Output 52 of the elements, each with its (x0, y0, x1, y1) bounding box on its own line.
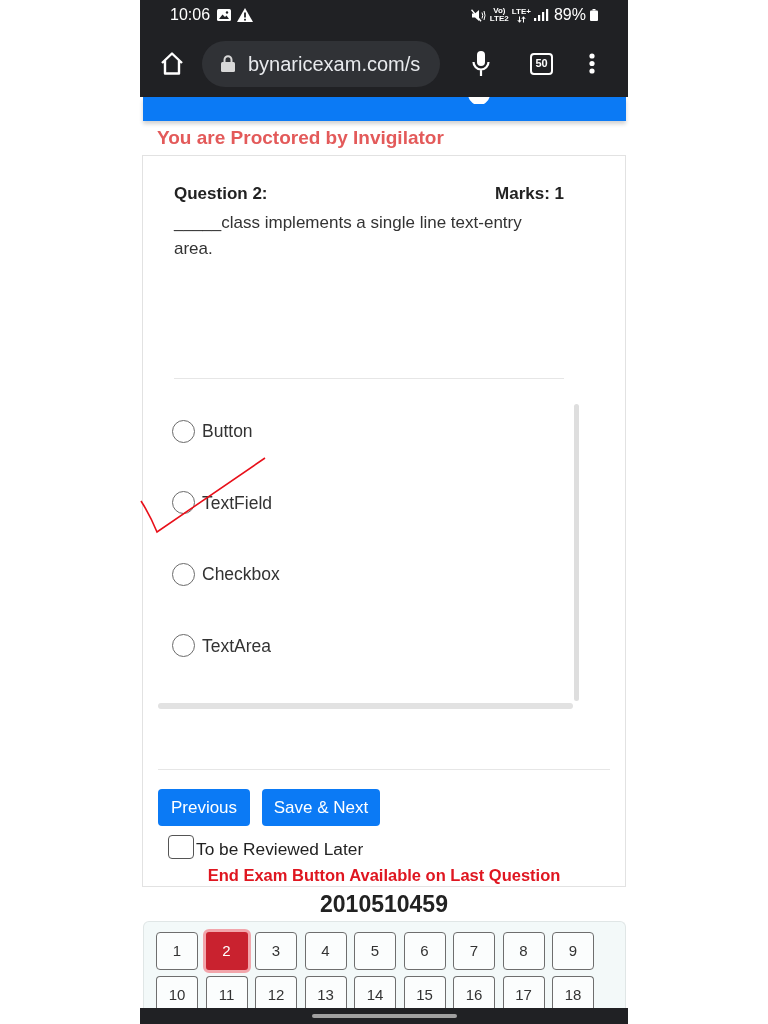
question-number-button[interactable]: 8 (502, 932, 545, 970)
student-id: 2010510459 (320, 891, 448, 917)
proctor-notice: You are Proctored by Invigilator (157, 127, 444, 149)
review-checkbox[interactable] (168, 835, 194, 859)
url-text: bynaricexam.com/s (248, 51, 421, 76)
question-number-button[interactable]: 16 (453, 976, 495, 1008)
option-label[interactable]: TextField (202, 491, 273, 514)
question-number-button[interactable]: 18 (552, 976, 594, 1008)
question-number-button[interactable]: 17 (502, 976, 545, 1008)
nav-button[interactable]: Previous (158, 789, 250, 826)
question-number-button[interactable]: 3 (255, 932, 297, 970)
question-number-button[interactable]: 15 (403, 976, 446, 1008)
marks-label: Marks: 1 (495, 184, 564, 204)
clock-time: 10:06 (170, 6, 211, 24)
question-number-button[interactable]: 11 (205, 976, 248, 1008)
question-number-button[interactable]: 6 (403, 932, 446, 970)
image-icon (217, 9, 232, 21)
address-bar[interactable]: bynaricexam.com/s (202, 40, 440, 87)
option-label[interactable]: TextArea (202, 634, 272, 657)
option-label[interactable]: Button (202, 420, 253, 442)
lock-icon (221, 55, 235, 72)
option-label[interactable]: Checkbox (202, 563, 280, 585)
question-number-button[interactable]: 14 (354, 976, 396, 1008)
question-number-button[interactable]: 13 (304, 976, 347, 1008)
tab-count-button[interactable]: 50 (530, 52, 553, 75)
data-arrows-icon (516, 15, 526, 23)
vertical-scrollbar[interactable] (574, 404, 579, 701)
question-number-button[interactable]: 7 (453, 932, 495, 970)
nav-button[interactable]: Save & Next (262, 789, 380, 826)
question-number: Question 2: (174, 184, 268, 204)
network-label: Vo) (493, 7, 506, 15)
horizontal-scrollbar[interactable] (158, 703, 573, 709)
network-label: LTE+ (511, 7, 531, 16)
review-label[interactable]: To be Reviewed Later (196, 840, 364, 859)
question-number-button[interactable]: 1 (156, 932, 198, 970)
question-number-button[interactable]: 5 (354, 932, 396, 970)
mute-icon (470, 8, 486, 22)
question-number-button[interactable]: 4 (304, 932, 347, 970)
menu-icon[interactable] (589, 53, 595, 74)
home-icon[interactable] (160, 52, 184, 75)
question-number-button[interactable]: 10 (156, 976, 198, 1008)
question-number-button[interactable]: 12 (255, 976, 297, 1008)
battery-percentage: 89% (553, 6, 586, 24)
signal-icon (533, 9, 549, 21)
question-number-button[interactable]: 2 (202, 929, 251, 973)
question-text: _____class implements a single line text-entry area. (174, 212, 523, 260)
end-exam-notice: End Exam Button Available on Last Question (206, 866, 562, 885)
microphone-icon[interactable] (472, 51, 490, 76)
battery-icon (590, 9, 598, 21)
question-number-button[interactable]: 9 (552, 932, 594, 970)
warning-icon (237, 8, 254, 22)
network-label: LTE2 (489, 15, 509, 23)
